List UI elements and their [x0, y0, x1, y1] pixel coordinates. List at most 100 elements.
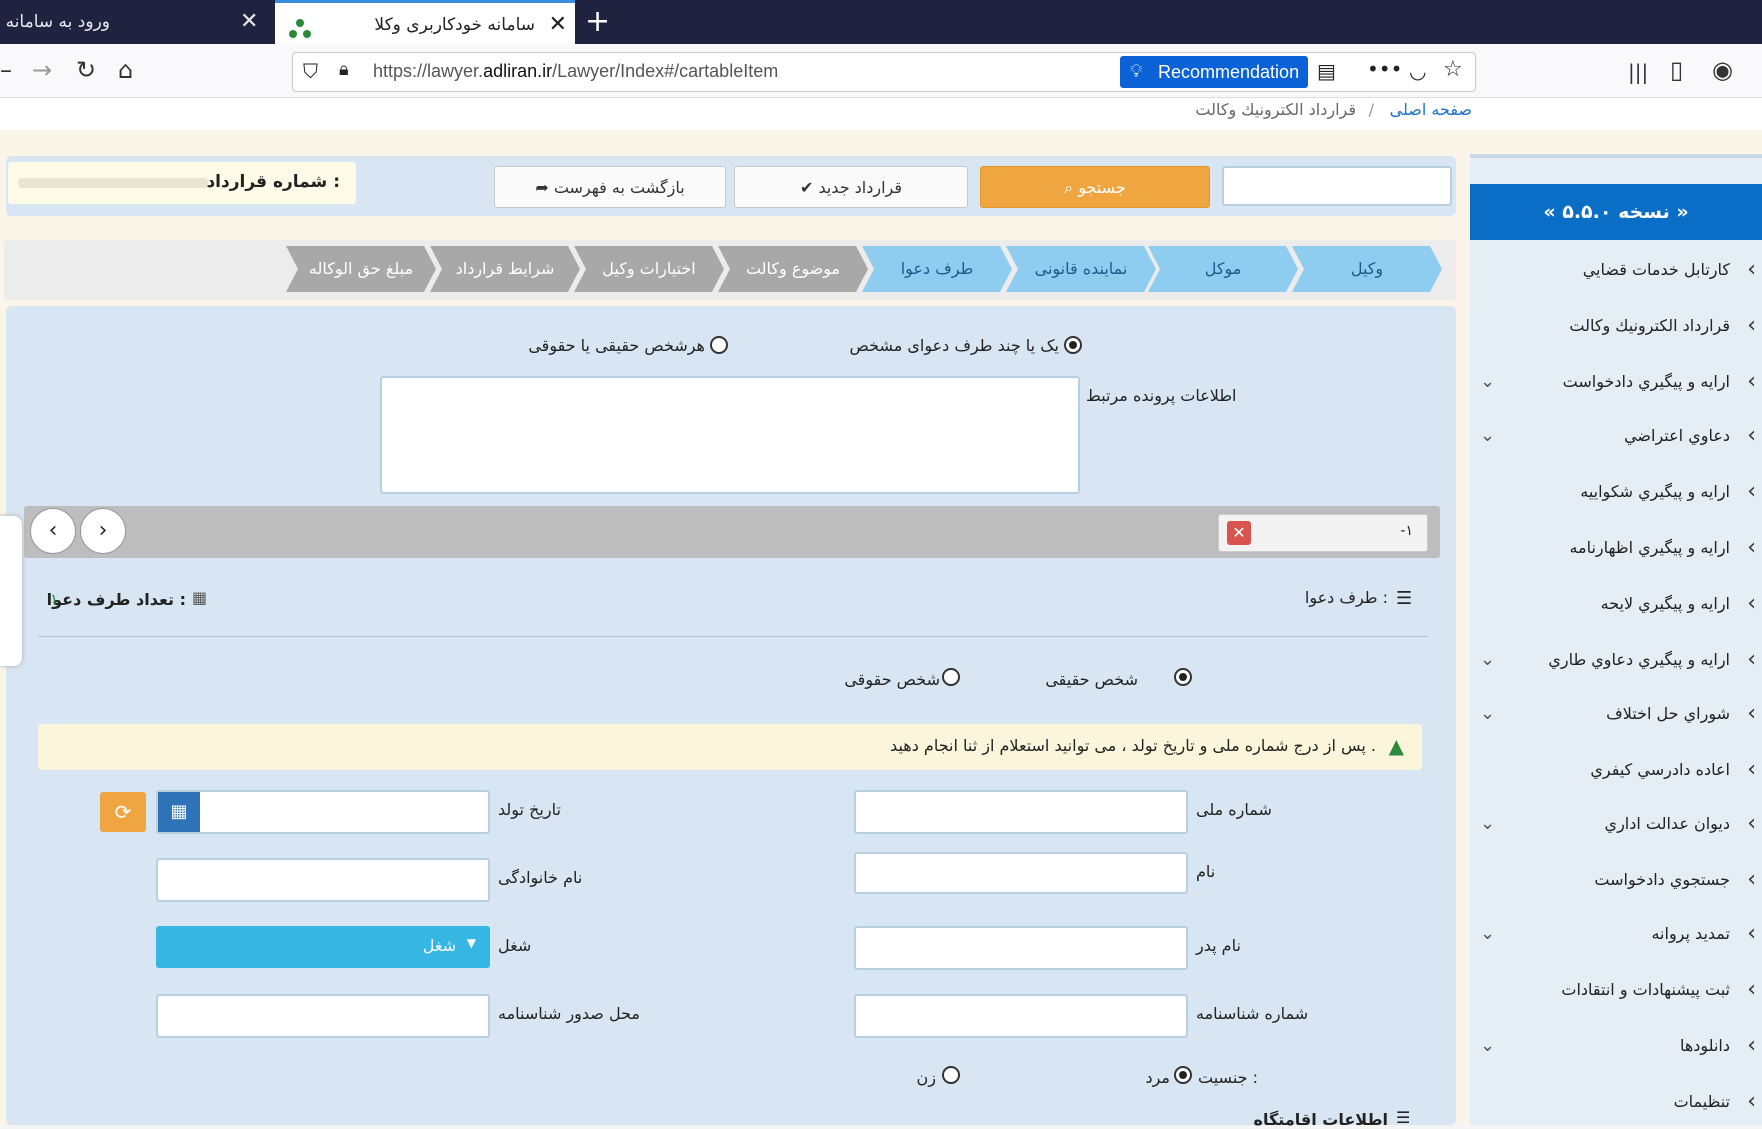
prev-party-button[interactable]: ‹ — [30, 508, 76, 554]
close-tab-icon[interactable]: ✕ — [549, 3, 567, 47]
reader-view-icon[interactable]: ▤ — [1317, 59, 1336, 83]
wizard-step[interactable]: مبلغ حق الوکاله — [286, 246, 436, 292]
lightbulb-icon: 💡︎ — [1130, 61, 1143, 82]
search-button[interactable]: ⌕ جستجو — [980, 166, 1210, 208]
sidebar-item[interactable]: تمديد پروانه ‹ ⌄ — [1470, 910, 1762, 958]
address-section-title: اطلاعات اقامتگاه — [1253, 1110, 1388, 1129]
radio-male[interactable] — [1174, 1066, 1192, 1084]
next-party-button[interactable]: › — [80, 508, 126, 554]
sidebar-item-label: جستجوي دادخواست — [1594, 870, 1730, 889]
wizard-step[interactable]: شرایط قرارداد — [430, 246, 580, 292]
caret-down-icon: ▼ — [466, 936, 476, 950]
sidebar-item[interactable]: ارايه و پيگيري لايحه ‹ — [1470, 580, 1762, 628]
account-icon[interactable]: ◉ — [1712, 58, 1733, 82]
job-label: شغل — [498, 936, 532, 955]
remove-party-icon[interactable]: ✕ — [1227, 521, 1251, 545]
grid-icon: ▦ — [192, 588, 208, 607]
radio-legal-person[interactable] — [942, 668, 960, 686]
sidebar-item[interactable]: قرارداد الكترونيك وكالت ‹ — [1470, 302, 1762, 350]
job-select-value: شغل — [422, 936, 456, 955]
party-tab[interactable]: ✕ -۱ — [1218, 514, 1428, 552]
wizard-step[interactable]: وکیل — [1292, 246, 1442, 292]
warning-icon: ▲ — [1388, 734, 1404, 758]
related-case-textarea[interactable] — [380, 376, 1080, 494]
sidebar-toggle-icon[interactable]: ▯ — [1670, 58, 1683, 82]
sidebar-item-label: ارايه و پيگيري دعاوي طاري — [1548, 650, 1730, 669]
national-id-input[interactable] — [854, 790, 1188, 834]
url-text: https://lawyer.adliran.ir/Lawyer/Index#/… — [373, 61, 778, 82]
url-domain: adliran.ir — [483, 61, 553, 81]
sidebar-item[interactable]: دانلودها ‹ ⌄ — [1470, 1022, 1762, 1070]
back-to-list-button[interactable]: ➦ بازگشت به فهرست — [494, 166, 726, 208]
contract-number-value-blurred — [18, 178, 208, 188]
sidebar-item[interactable]: شوراي حل اختلاف ‹ ⌄ — [1470, 690, 1762, 738]
close-tab-icon[interactable]: ✕ — [240, 0, 258, 44]
sidebar-item[interactable]: اعاده دادرسي كيفري ‹ — [1470, 746, 1762, 794]
chevron-left-icon: ‹ — [1747, 313, 1756, 338]
last-name-input[interactable] — [156, 858, 490, 902]
sidebar-item-label: شوراي حل اختلاف — [1606, 704, 1730, 723]
party-count-value: ۱ — [50, 590, 59, 609]
tab-login-label: ورود به سامانه — [5, 12, 110, 32]
wizard-step[interactable]: نماینده قانونی — [1006, 246, 1156, 292]
contract-search-input[interactable] — [1222, 166, 1452, 206]
tab-login[interactable]: ورود به سامانه ✕ — [0, 0, 275, 44]
alert-text: پس از درج شماره ملی و تاریخ تولد ، می تو… — [890, 736, 1376, 755]
related-case-label: اطلاعات پرونده مرتبط — [1086, 386, 1237, 405]
sidebar-item[interactable]: دعاوي اعتراضي ‹ ⌄ — [1470, 412, 1762, 460]
lock-icon: 🔒︎ — [339, 59, 349, 80]
party-section-title: طرف دعوا : — [1304, 588, 1388, 607]
chevron-right-icon: › — [98, 518, 108, 543]
recommendation-button[interactable]: 💡︎ Recommendation — [1120, 56, 1308, 88]
wizard-step[interactable]: موضوع وکالت — [718, 246, 868, 292]
radio-specific-party[interactable] — [1064, 336, 1082, 354]
pocket-icon[interactable]: ◡ — [1409, 59, 1426, 83]
new-tab-icon[interactable]: + — [585, 0, 610, 44]
sidebar-item[interactable]: ارايه و پيگيري شكواييه ‹ — [1470, 468, 1762, 516]
sidebar-item[interactable]: ثبت پيشنهادات و انتقادات ‹ — [1470, 966, 1762, 1014]
tab-lawyer-system[interactable]: سامانه خودکاربری وکلا ✕ — [275, 0, 575, 44]
library-icon[interactable]: ||| — [1628, 60, 1648, 84]
floating-side-widget[interactable] — [0, 516, 22, 666]
birth-date-label: تاریخ تولد — [498, 800, 561, 819]
first-name-input[interactable] — [854, 852, 1188, 894]
home-icon[interactable]: ⌂ — [118, 58, 133, 82]
breadcrumb-home[interactable]: صفحه اصلی — [1390, 100, 1472, 119]
father-name-input[interactable] — [854, 926, 1188, 970]
list-icon: ☰ — [1396, 588, 1413, 609]
sidebar-item-label: دعاوي اعتراضي — [1624, 426, 1730, 445]
sidebar-item[interactable]: ارايه و پيگيري دادخواست ‹ ⌄ — [1470, 358, 1762, 406]
search-icon: ⌕ — [1064, 178, 1074, 197]
sidebar-item[interactable]: ارايه و پيگيري دعاوي طاري ‹ ⌄ — [1470, 636, 1762, 684]
wizard-step[interactable]: موکل — [1148, 246, 1298, 292]
refresh-icon[interactable]: ⟳ — [100, 792, 146, 832]
url-path: /Lawyer/Index#/cartableItem — [552, 61, 779, 81]
sidebar-item[interactable]: كارتابل خدمات قضايي ‹ — [1470, 246, 1762, 294]
birth-date-input[interactable] — [156, 790, 490, 834]
radio-female[interactable] — [942, 1066, 960, 1084]
id-number-input[interactable] — [854, 994, 1188, 1038]
chevron-left-icon: ‹ — [1747, 535, 1756, 560]
new-contract-button[interactable]: ✔ قرارداد جدید — [734, 166, 968, 208]
back-icon[interactable]: – — [0, 58, 12, 82]
female-label: زن — [916, 1068, 936, 1087]
wizard-step[interactable]: اختیارات وکیل — [574, 246, 724, 292]
back-to-list-label: بازگشت به فهرست — [553, 178, 685, 197]
forward-icon[interactable]: → — [32, 58, 52, 82]
browser-tab-bar: ورود به سامانه ✕ سامانه خودکاربری وکلا ✕… — [0, 0, 1762, 44]
party-tab-value: -۱ — [1400, 523, 1413, 539]
reload-icon[interactable]: ↻ — [76, 58, 96, 82]
calendar-icon[interactable]: ▦ — [158, 792, 200, 832]
sidebar-item[interactable]: ديوان عدالت اداري ‹ ⌄ — [1470, 800, 1762, 848]
radio-any-party[interactable] — [710, 336, 728, 354]
wizard-step[interactable]: طرف دعوا — [862, 246, 1012, 292]
chevron-left-icon: ‹ — [1747, 369, 1756, 394]
radio-natural-person[interactable] — [1174, 668, 1192, 686]
sidebar-item[interactable]: جستجوي دادخواست ‹ — [1470, 856, 1762, 904]
more-icon[interactable]: ••• — [1367, 57, 1402, 81]
sidebar-item[interactable]: ارايه و پيگيري اظهارنامه ‹ — [1470, 524, 1762, 572]
sidebar-item[interactable]: تنظيمات ‹ — [1470, 1078, 1762, 1126]
job-select[interactable]: شغل ▼ — [156, 926, 490, 968]
bookmark-star-icon[interactable]: ☆ — [1443, 57, 1463, 82]
id-issue-place-input[interactable] — [156, 994, 490, 1038]
